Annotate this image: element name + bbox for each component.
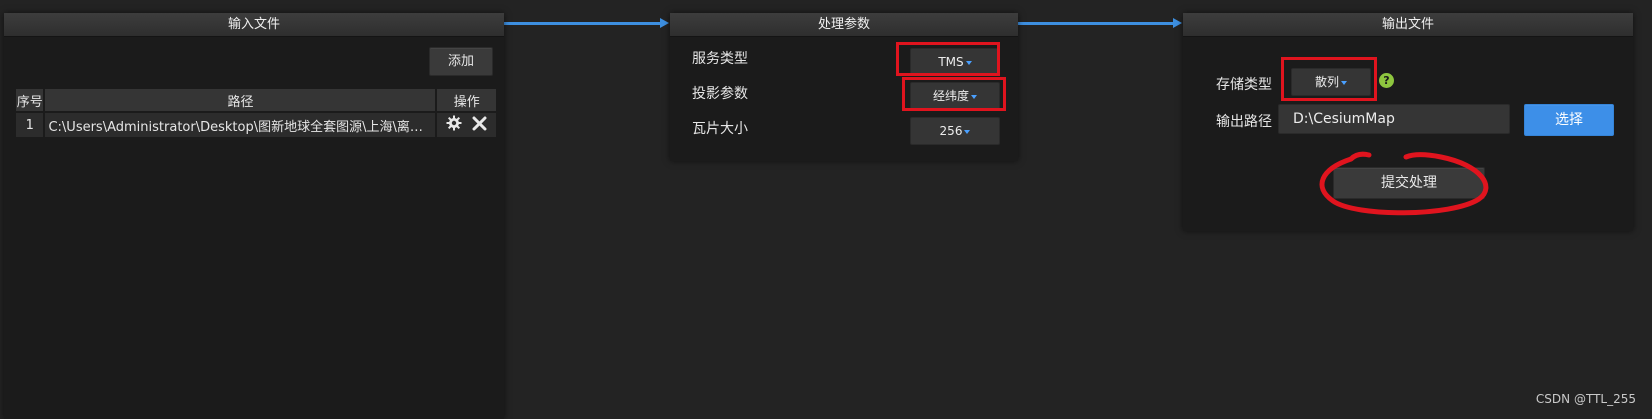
gear-icon[interactable]	[446, 115, 462, 135]
service-type-label: 服务类型	[692, 51, 748, 67]
output-files-panel: 输出文件 存储类型 散列 ? 输出路径 选择 提交处理	[1183, 13, 1633, 231]
projection-dropdown[interactable]: 经纬度	[910, 82, 1000, 110]
column-header-path: 路径	[45, 89, 436, 111]
caret-down-icon	[971, 94, 977, 99]
tile-size-dropdown[interactable]: 256	[910, 117, 1000, 145]
column-header-actions: 操作	[437, 89, 496, 111]
projection-value: 经纬度	[932, 89, 969, 103]
processing-params-panel: 处理参数 服务类型 TMS 投影参数 经纬度 瓦片大小 256	[670, 13, 1018, 161]
output-path-input[interactable]	[1278, 104, 1510, 134]
projection-label: 投影参数	[692, 86, 748, 102]
tile-size-value: 256	[939, 124, 963, 138]
add-file-button[interactable]: 添加	[429, 47, 493, 76]
input-files-table: 序号 路径 操作 1 C:\Users\Administrator\Deskto…	[14, 87, 498, 139]
row-index: 1	[16, 113, 44, 137]
help-icon[interactable]: ?	[1379, 73, 1394, 88]
table-header-row: 序号 路径 操作	[16, 89, 496, 111]
table-row: 1 C:\Users\Administrator\Desktop\图新地球全套图…	[16, 113, 496, 137]
storage-type-label: 存储类型	[1216, 77, 1272, 93]
caret-down-icon	[965, 60, 972, 65]
caret-down-icon	[1341, 80, 1347, 85]
input-files-panel: 输入文件 添加 序号 路径 操作 1 C:\Users\Administrato…	[4, 13, 504, 419]
service-type-dropdown[interactable]: TMS	[910, 48, 1000, 76]
close-icon[interactable]	[472, 116, 487, 135]
row-actions	[437, 113, 496, 137]
storage-type-dropdown[interactable]: 散列	[1291, 68, 1371, 96]
column-header-index: 序号	[16, 89, 44, 111]
input-panel-title: 输入文件	[4, 13, 504, 37]
service-type-value: TMS	[938, 55, 964, 69]
choose-path-button[interactable]: 选择	[1524, 104, 1614, 136]
output-panel-title: 输出文件	[1183, 13, 1633, 37]
watermark-text: CSDN @TTL_255	[1535, 392, 1636, 406]
tile-size-label: 瓦片大小	[692, 121, 748, 137]
params-panel-title: 处理参数	[670, 13, 1018, 37]
caret-down-icon	[964, 129, 971, 134]
flow-arrow-input-to-params	[504, 18, 669, 28]
processing-workflow-canvas: 输入文件 添加 序号 路径 操作 1 C:\Users\Administrato…	[0, 0, 1652, 419]
annotation-circle-submit	[1319, 151, 1489, 216]
flow-arrow-params-to-output	[1018, 18, 1182, 28]
storage-type-value: 散列	[1314, 75, 1339, 89]
row-path: C:\Users\Administrator\Desktop\图新地球全套图源\…	[45, 113, 436, 137]
output-path-label: 输出路径	[1216, 114, 1272, 130]
